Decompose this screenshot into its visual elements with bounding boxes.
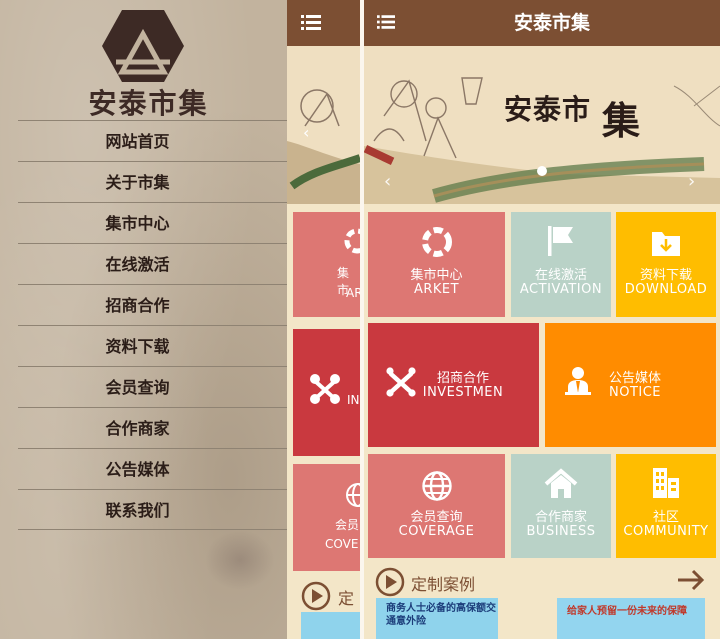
case-section-title: 定制案例 [411, 575, 476, 594]
tile-label-cn: 招商合作 [436, 371, 489, 386]
menu-item-market-center[interactable]: 集市中心 [18, 202, 287, 243]
menu-item-activation[interactable]: 在线激活 [18, 243, 287, 284]
strip-tile-investment[interactable]: IN [293, 329, 360, 456]
case-card-text: 商务人士必备的高保额交通意外险 [386, 603, 496, 627]
play-circle-icon [375, 567, 405, 597]
tile-community[interactable]: 社区 COMMUNITY [616, 454, 716, 558]
strip-case-bar: 定 [293, 573, 360, 639]
strip-header [287, 0, 360, 46]
tile-label-en: BUSINESS [526, 524, 596, 539]
strip-tile-en: COVE [325, 537, 359, 551]
strip-tile-en: ARI [346, 286, 360, 300]
tile-label-en: COMMUNITY [623, 524, 709, 539]
carousel-next-arrow[interactable]: › [688, 173, 702, 191]
tile-activation[interactable]: 在线激活 ACTIVATION [511, 212, 611, 317]
drawer-menu: 网站首页 关于市集 集市中心 在线激活 招商合作 资料下载 会员查询 合作商家 … [18, 120, 287, 530]
menu-item-partners[interactable]: 合作商家 [18, 407, 287, 448]
main-page: 安泰市集 集 安泰市 ‹ › 集市中心 ARKET 在线激活 ACTIVATIO… [364, 0, 720, 639]
banner-title: 安泰市 [504, 93, 592, 126]
tile-label-cn: 合作商家 [534, 510, 587, 525]
tile-label-cn: 会员查询 [410, 510, 463, 525]
tile-notice-media[interactable]: 公告媒体 NOTICE [545, 323, 716, 447]
strip-case-title: 定 [338, 589, 355, 608]
tile-label-cn: 集市中心 [410, 268, 463, 283]
carousel-prev-arrow[interactable]: ‹ [384, 173, 398, 191]
carousel-dot[interactable] [537, 166, 547, 176]
banner-carousel[interactable]: 集 安泰市 ‹ › [364, 46, 720, 204]
strip-case-card [301, 612, 360, 639]
menu-item-notice-media[interactable]: 公告媒体 [18, 448, 287, 489]
menu-item-home[interactable]: 网站首页 [18, 120, 287, 161]
list-menu-icon[interactable] [301, 15, 321, 30]
play-circle-icon [301, 581, 331, 611]
side-drawer: 安泰市集 网站首页 关于市集 集市中心 在线激活 招商合作 资料下载 会员查询 … [0, 0, 287, 639]
tile-partners[interactable]: 合作商家 BUSINESS [511, 454, 611, 558]
menu-item-investment[interactable]: 招商合作 [18, 284, 287, 325]
globe-icon [421, 471, 452, 501]
menu-item-member-query[interactable]: 会员查询 [18, 366, 287, 407]
menu-item-about[interactable]: 关于市集 [18, 161, 287, 202]
menu-item-download[interactable]: 资料下载 [18, 325, 287, 366]
tile-label-en: ACTIVATION [519, 282, 603, 297]
case-card-traffic-insurance[interactable]: 商务人士必备的高保额交通意外险 [376, 598, 498, 639]
pushed-page-strip[interactable]: ‹ 集市 ARI IN 会员 COVE [287, 0, 360, 639]
logo-text: 安泰市集 [88, 87, 209, 120]
logo: 安泰市集 [0, 8, 287, 120]
strip-tile-en: IN [347, 393, 360, 407]
logo-hex-icon [102, 10, 184, 82]
arrow-right-icon[interactable] [676, 568, 706, 592]
market-ring-icon [344, 228, 360, 254]
case-section-header: 定制案例 [364, 562, 720, 598]
tile-label-cn: 公告媒体 [608, 371, 661, 386]
tile-label-cn: 资料下载 [639, 268, 692, 283]
tile-member-query[interactable]: 会员查询 COVERAGE [368, 454, 505, 558]
paper-stain [205, 530, 275, 590]
banner-calligraphy-char: 集 [601, 98, 640, 143]
strip-tile-member[interactable]: 会员 COVE [293, 464, 360, 571]
tile-label-cn: 在线激活 [534, 268, 587, 283]
tile-label-en: NOTICE [608, 385, 662, 400]
tile-label-en: INVESTMEN [422, 385, 504, 400]
menu-item-contact[interactable]: 联系我们 [18, 489, 287, 530]
tile-market-center[interactable]: 集市中心 ARKET [368, 212, 505, 317]
strip-tile-market[interactable]: 集市 ARI [293, 212, 360, 317]
joomla-icon [310, 374, 340, 404]
market-ring-icon [421, 227, 452, 257]
case-card-family-protection[interactable]: 给家人预留一份未来的保障 [557, 598, 705, 639]
globe-icon [346, 483, 360, 507]
flag-icon [548, 226, 573, 256]
tile-label-cn: 社区 [652, 510, 679, 525]
home-icon [544, 468, 578, 498]
strip-tile-label: 会员 [335, 518, 360, 532]
download-icon [652, 232, 680, 256]
tile-label-en: COVERAGE [398, 524, 475, 539]
svg-text:‹: ‹ [303, 123, 309, 142]
tile-label-en: DOWNLOAD [624, 282, 708, 297]
tile-investment[interactable]: 招商合作 INVESTMEN [368, 323, 539, 447]
banner-illustration: ‹ [287, 89, 360, 204]
tile-label-en: ARKET [413, 282, 460, 297]
page-title: 安泰市集 [513, 12, 590, 34]
tile-download[interactable]: 资料下载 DOWNLOAD [616, 212, 716, 317]
top-header: 安泰市集 [364, 0, 720, 46]
case-card-text: 给家人预留一份未来的保障 [567, 606, 687, 617]
building-icon [653, 468, 679, 498]
strip-banner: ‹ [287, 46, 360, 204]
